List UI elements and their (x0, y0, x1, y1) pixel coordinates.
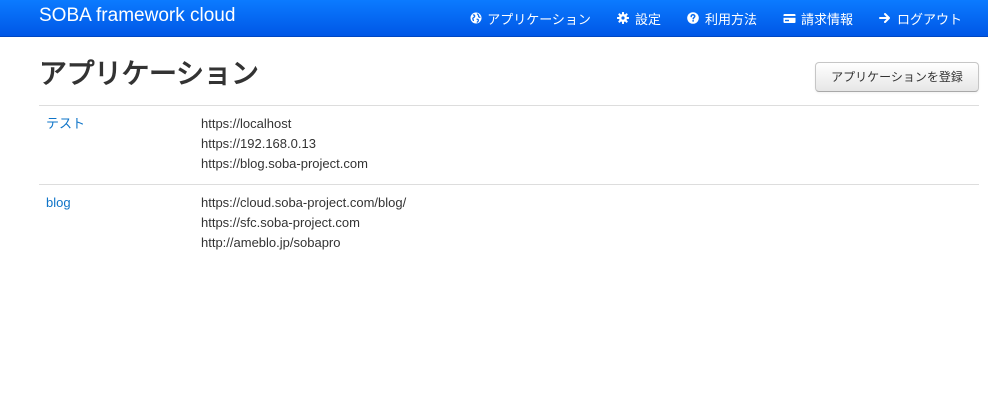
nav-item-label: アプリケーション (487, 12, 591, 28)
app-name-cell: テスト (39, 105, 194, 185)
globe-icon (469, 12, 482, 25)
app-url: https://192.168.0.13 (201, 136, 316, 151)
app-url: https://blog.soba-project.com (201, 156, 368, 171)
page-title: アプリケーション (39, 57, 259, 90)
app-url: http://ameblo.jp/sobapro (201, 235, 341, 250)
table-row: blog https://cloud.soba-project.com/blog… (39, 184, 979, 263)
credit-card-icon (783, 12, 796, 25)
nav-item-applications[interactable]: アプリケーション (456, 0, 604, 36)
applications-table: テスト https://localhost https://192.168.0.… (39, 105, 979, 263)
question-icon (687, 12, 700, 25)
app-url: https://localhost (201, 116, 292, 131)
nav-item-label: 請求情報 (800, 12, 853, 28)
top-navbar: SOBA framework cloud アプリケーション 設定 利用方法 請求… (0, 0, 988, 37)
nav-item-label: 利用方法 (704, 12, 757, 28)
app-urls-cell: https://localhost https://192.168.0.13 h… (194, 105, 979, 185)
app-url: https://sfc.soba-project.com (201, 215, 360, 230)
nav-item-logout[interactable]: ログアウト (866, 0, 988, 36)
app-name-cell: blog (39, 184, 194, 263)
app-link[interactable]: テスト (46, 116, 85, 131)
arrow-right-icon (879, 12, 892, 25)
app-urls-cell: https://cloud.soba-project.com/blog/ htt… (194, 184, 979, 263)
nav-menu: アプリケーション 設定 利用方法 請求情報 ログアウト (456, 0, 988, 36)
app-link[interactable]: blog (46, 195, 71, 210)
nav-item-settings[interactable]: 設定 (604, 0, 674, 36)
nav-item-usage[interactable]: 利用方法 (674, 0, 770, 36)
app-url: https://cloud.soba-project.com/blog/ (201, 195, 407, 210)
nav-item-label: 設定 (634, 12, 661, 28)
table-row: テスト https://localhost https://192.168.0.… (39, 105, 979, 185)
nav-item-label: ログアウト (896, 12, 962, 28)
register-application-button[interactable]: アプリケーションを登録 (815, 62, 979, 92)
nav-item-billing[interactable]: 請求情報 (770, 0, 866, 36)
brand-link[interactable]: SOBA framework cloud (39, 4, 235, 28)
gear-icon (617, 12, 630, 25)
